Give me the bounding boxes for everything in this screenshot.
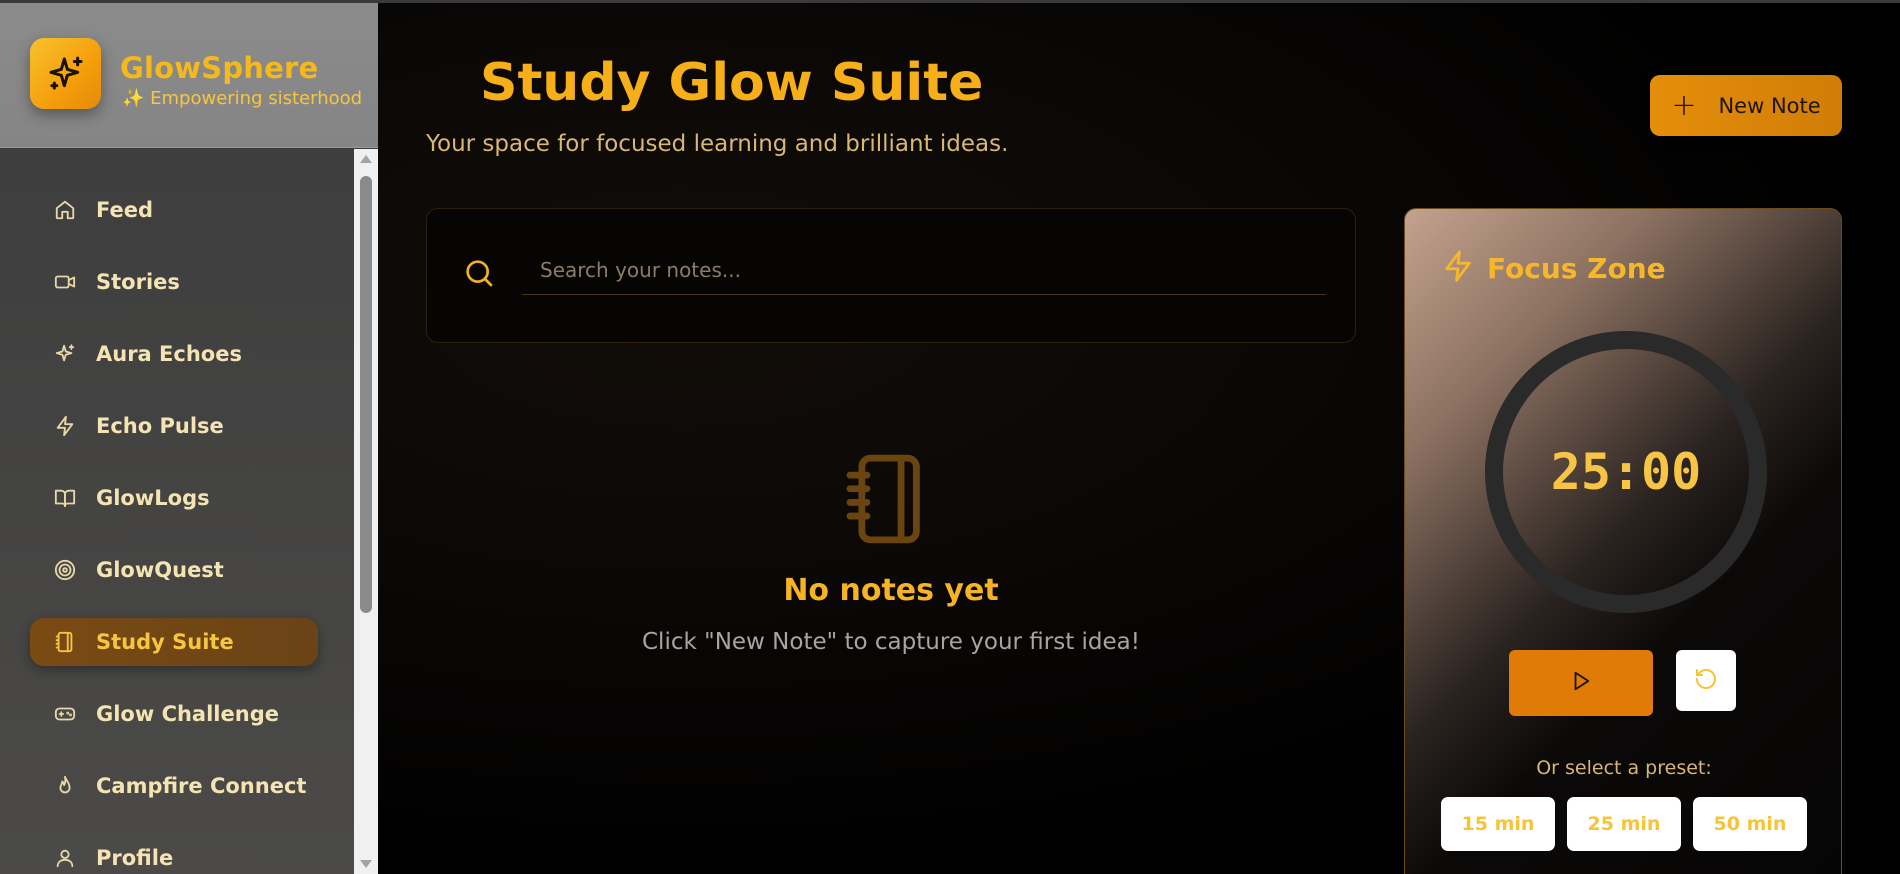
main-content: Study Glow Suite Your space for focused … [378,3,1900,874]
sidebar-item-profile[interactable]: Profile [30,834,318,874]
sidebar-item-label: GlowLogs [96,486,210,510]
flame-icon [52,773,78,799]
notebook-icon [52,629,78,655]
sparkles-icon[interactable] [30,38,101,109]
preset-label: Or select a preset: [1536,757,1712,779]
preset-50-button[interactable]: 50 min [1693,797,1807,851]
sidebar-item-label: Profile [96,846,174,870]
new-note-label: New Note [1718,93,1821,118]
scrollbar-thumb[interactable] [360,176,372,613]
search-input[interactable] [522,245,1326,295]
start-timer-button[interactable] [1509,650,1653,716]
sidebar-item-label: Study Suite [96,630,234,654]
empty-state-text: Click "New Note" to capture your first i… [642,629,1140,655]
sidebar-item-aura-echoes[interactable]: Aura Echoes [30,330,318,378]
empty-state-title: No notes yet [783,573,999,608]
brand-name[interactable]: GlowSphere [120,51,318,85]
page-title: Study Glow Suite [480,53,984,113]
scroll-up-arrow-icon[interactable] [360,155,372,163]
sidebar-item-stories[interactable]: Stories [30,258,318,306]
sidebar-item-label: Glow Challenge [96,702,279,726]
preset-25-button[interactable]: 25 min [1567,797,1681,851]
sidebar-item-glow-challenge[interactable]: Glow Challenge [30,690,318,738]
sidebar-scrollbar[interactable] [354,149,378,874]
new-note-button[interactable]: + New Note [1650,75,1842,136]
focus-header: Focus Zone [1441,249,1666,287]
sidebar-item-label: Campfire Connect [96,774,307,798]
brand-tagline: ✨ Empowering sisterhood [122,88,363,109]
rotate-ccw-icon [1694,667,1718,695]
sidebar-item-glowquest[interactable]: GlowQuest [30,546,318,594]
search-icon [463,257,495,293]
zap-icon [1441,249,1475,287]
brand-header: GlowSphere ✨ Empowering sisterhood [0,3,378,148]
sidebar: GlowSphere ✨ Empowering sisterhood Feed … [0,3,378,874]
zap-icon [52,413,78,439]
home-icon [52,197,78,223]
scroll-down-arrow-icon[interactable] [360,860,372,868]
sidebar-item-label: GlowQuest [96,558,224,582]
sidebar-item-label: Aura Echoes [96,342,242,366]
target-icon [52,557,78,583]
sidebar-nav: Feed Stories Aura Echoes Echo Pulse Glow… [0,149,354,874]
sidebar-item-study-suite[interactable]: Study Suite [30,618,318,666]
focus-zone-card: Focus Zone 25:00 Or select a preset: 15 … [1404,208,1842,874]
timer-display: 25:00 [1550,443,1702,501]
preset-15-button[interactable]: 15 min [1441,797,1555,851]
sidebar-item-campfire-connect[interactable]: Campfire Connect [30,762,318,810]
plus-icon: + [1671,87,1697,123]
search-card [426,208,1356,343]
sidebar-item-label: Stories [96,270,180,294]
play-icon [1570,670,1592,696]
sidebar-item-glowlogs[interactable]: GlowLogs [30,474,318,522]
book-open-icon [52,485,78,511]
page-subtitle: Your space for focused learning and bril… [426,131,1009,157]
sidebar-item-echo-pulse[interactable]: Echo Pulse [30,402,318,450]
video-icon [52,269,78,295]
sidebar-item-feed[interactable]: Feed [30,186,318,234]
gamepad-icon [52,701,78,727]
reset-timer-button[interactable] [1676,650,1736,711]
sidebar-item-label: Feed [96,198,154,222]
sparkles-icon [52,341,78,367]
focus-title: Focus Zone [1487,251,1666,285]
notebook-icon [843,453,925,549]
user-icon [52,845,78,871]
sidebar-item-label: Echo Pulse [96,414,224,438]
